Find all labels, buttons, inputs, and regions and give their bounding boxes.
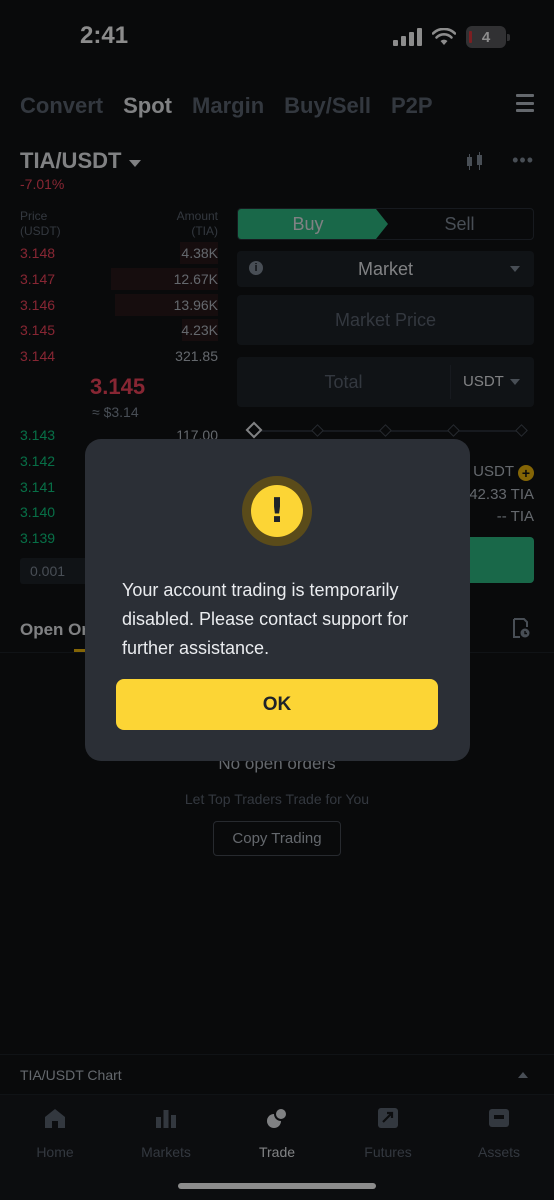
price-change-percent: -7.01% (20, 176, 65, 192)
slider-handle[interactable] (245, 421, 263, 439)
account-disabled-dialog: ! Your account trading is temporarily di… (85, 439, 470, 761)
ask-row[interactable]: 3.145 4.23K (20, 319, 218, 342)
ask-amount: 12.67K (173, 270, 218, 287)
price-placeholder: Market Price (334, 310, 437, 330)
buy-tab[interactable]: Buy (238, 209, 388, 239)
add-funds-icon[interactable]: + (518, 465, 534, 481)
ask-row[interactable]: 3.147 12.67K (20, 267, 218, 290)
ask-price: 3.144 (20, 348, 56, 365)
pair-header: TIA/USDT ••• (20, 148, 534, 178)
chevron-down-icon (510, 379, 520, 385)
status-icons: 4 (393, 26, 510, 48)
copy-trading-button[interactable]: Copy Trading (213, 821, 341, 856)
home-indicator (178, 1183, 376, 1189)
nav-home[interactable]: Home (0, 1107, 110, 1160)
est-fee: -- TIA (496, 508, 534, 525)
ask-row[interactable]: 3.144 321.85 (20, 345, 218, 367)
ask-amount: 4.23K (181, 322, 218, 339)
status-time: 2:41 (80, 22, 129, 49)
ask-price: 3.145 (20, 322, 56, 339)
markets-icon (156, 1110, 176, 1128)
total-currency-select[interactable]: USDT (463, 373, 504, 390)
bid-price: 3.143 (20, 427, 56, 443)
tab-p2p[interactable]: P2P (391, 93, 433, 119)
warning-icon: ! (242, 476, 312, 546)
ok-button[interactable]: OK (116, 679, 438, 730)
tab-convert[interactable]: Convert (20, 93, 103, 119)
ask-price: 3.146 (20, 296, 56, 313)
ask-price: 3.148 (20, 245, 56, 261)
ask-row[interactable]: 3.148 4.38K (20, 242, 218, 264)
order-type-value: Market (357, 259, 413, 279)
last-price-fiat: ≈ $3.14 (92, 404, 139, 420)
total-input[interactable]: Total USDT (237, 357, 534, 407)
status-bar: 2:41 4 (0, 0, 554, 76)
amount-slider[interactable] (245, 421, 528, 439)
ask-row[interactable]: 3.146 13.96K (20, 293, 218, 316)
available-balance: USDT + (473, 463, 534, 481)
sell-tab[interactable]: Sell (386, 209, 533, 239)
chart-toggle-label: TIA/USDT Chart (20, 1067, 122, 1083)
bid-price: 3.142 (20, 452, 56, 469)
buy-sell-toggle: Buy Sell (237, 208, 534, 240)
battery-icon: 4 (466, 26, 510, 48)
tab-margin[interactable]: Margin (192, 93, 264, 119)
nav-trade[interactable]: Trade (222, 1107, 332, 1160)
ask-amount: 13.96K (173, 296, 218, 313)
ask-amount: 4.38K (181, 245, 218, 261)
empty-state-subtitle: Let Top Traders Trade for You (184, 791, 370, 807)
last-price: 3.145 (90, 374, 146, 399)
ask-price: 3.147 (20, 270, 56, 287)
nav-assets[interactable]: Assets (444, 1107, 554, 1160)
chevron-down-icon[interactable] (129, 160, 142, 168)
order-type-select[interactable]: i Market (237, 251, 534, 287)
tab-spot[interactable]: Spot (123, 93, 172, 119)
cellular-signal-icon (393, 28, 422, 46)
price-input[interactable]: Market Price (237, 295, 534, 345)
candlestick-chart-icon[interactable] (464, 152, 486, 172)
order-history-icon[interactable] (512, 618, 530, 638)
home-icon (45, 1109, 65, 1128)
assets-icon (489, 1109, 509, 1127)
pair-selector[interactable]: TIA/USDT (20, 148, 121, 173)
chevron-down-icon (510, 266, 520, 272)
amount-column-unit: (TIA) (191, 224, 218, 238)
trade-mode-tabs: Convert Spot Margin Buy/Sell P2P (20, 90, 534, 122)
ask-amount: 321.85 (175, 348, 218, 365)
nav-futures[interactable]: Futures (333, 1107, 443, 1160)
bid-price: 3.141 (20, 478, 56, 495)
more-options-icon[interactable]: ••• (512, 150, 534, 171)
menu-icon[interactable] (516, 94, 534, 112)
total-placeholder: Total (324, 372, 363, 392)
bid-price: 3.139 (20, 530, 56, 547)
bid-price: 3.140 (20, 504, 56, 521)
tab-buy-sell[interactable]: Buy/Sell (284, 93, 371, 119)
max-buy: 42.33 TIA (469, 486, 534, 503)
chart-toggle-bar[interactable]: TIA/USDT Chart (0, 1054, 554, 1094)
price-column-unit: (USDT) (20, 224, 61, 238)
amount-column-label: Amount (176, 209, 218, 223)
price-column-label: Price (20, 209, 48, 223)
chevron-up-icon (518, 1072, 528, 1078)
nav-markets[interactable]: Markets (111, 1107, 221, 1160)
wifi-icon (432, 28, 456, 45)
trade-icon (267, 1107, 288, 1128)
tab-open-orders[interactable]: Open Or (20, 620, 88, 640)
dialog-message: Your account trading is temporarily disa… (122, 580, 409, 658)
futures-icon (378, 1108, 398, 1128)
